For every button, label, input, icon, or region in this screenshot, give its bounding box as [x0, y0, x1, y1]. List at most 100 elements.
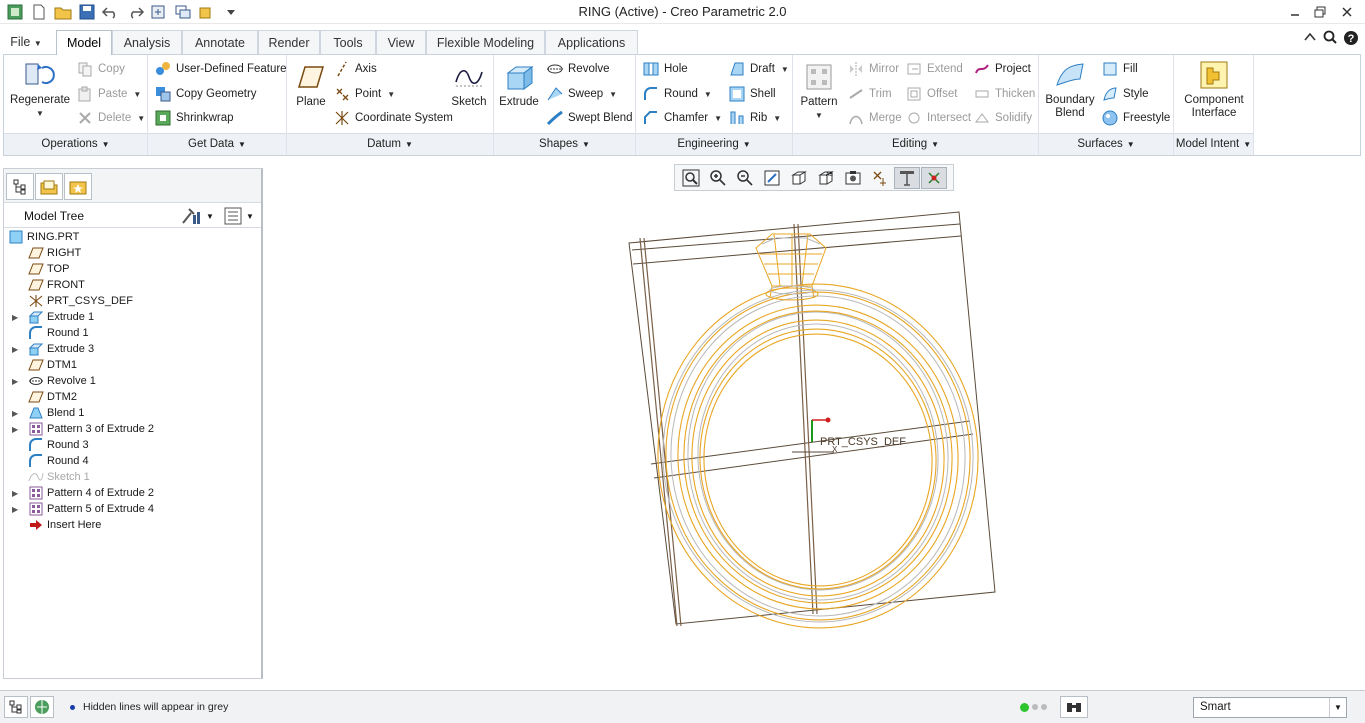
datum-display-filters-icon[interactable]	[867, 167, 893, 189]
fill-button[interactable]: Fill	[1101, 59, 1138, 79]
favorites-tab-icon[interactable]	[64, 173, 92, 200]
graphics-window[interactable]: PRT_CSYS_DEF X	[264, 194, 1365, 688]
tab-flexible-modeling[interactable]: Flexible Modeling	[426, 30, 545, 54]
style-button[interactable]: Style	[1101, 84, 1149, 104]
group-label-operations[interactable]: Operations ▼	[4, 133, 147, 155]
revolve-button[interactable]: Revolve	[546, 59, 610, 79]
sweep-button[interactable]: Sweep ▼	[546, 84, 617, 104]
help-icon[interactable]: ?	[1343, 30, 1359, 49]
expand-arrow-icon[interactable]: ▶	[12, 313, 20, 322]
shell-button[interactable]: Shell	[728, 84, 776, 104]
tab-file[interactable]: File ▼	[4, 30, 48, 54]
offset-button[interactable]: Offset	[905, 84, 957, 104]
tree-item[interactable]: ▶ Blend 1	[4, 405, 261, 421]
boundary-blend-button[interactable]: Boundary Blend	[1041, 59, 1099, 120]
regenerate-button[interactable]: Regenerate ▼	[8, 59, 72, 120]
tree-item[interactable]: RIGHT	[4, 245, 261, 261]
tree-item[interactable]: Insert Here	[4, 517, 261, 533]
tree-item[interactable]: ▶ Extrude 3	[4, 341, 261, 357]
solidify-button[interactable]: Solidify	[973, 108, 1032, 128]
plane-button[interactable]: Plane	[291, 61, 331, 109]
group-label-editing[interactable]: Editing ▼	[793, 133, 1038, 155]
close-button[interactable]	[1336, 3, 1358, 21]
freestyle-button[interactable]: Freestyle	[1101, 108, 1170, 128]
intersect-button[interactable]: Intersect	[905, 108, 971, 128]
tab-applications[interactable]: Applications	[545, 30, 638, 54]
restore-button[interactable]	[1309, 3, 1331, 21]
model-tree-tab-icon[interactable]	[6, 173, 34, 200]
copy-geometry-button[interactable]: Copy Geometry	[154, 84, 257, 104]
repaint-icon[interactable]	[759, 167, 785, 189]
spin-center-icon[interactable]	[921, 166, 947, 189]
tab-analysis[interactable]: Analysis	[112, 30, 182, 54]
browser-icon[interactable]	[30, 696, 54, 718]
draft-button[interactable]: Draft ▼	[728, 59, 789, 79]
extrude-button[interactable]: Extrude	[496, 61, 542, 109]
tree-item[interactable]: RING.PRT	[4, 229, 261, 245]
tab-annotate[interactable]: Annotate	[182, 30, 258, 54]
axis-button[interactable]: Axis	[333, 59, 377, 79]
group-label-shapes[interactable]: Shapes ▼	[494, 133, 635, 155]
trim-button[interactable]: Trim	[847, 84, 892, 104]
expand-arrow-icon[interactable]: ▶	[12, 505, 20, 514]
tree-item[interactable]: FRONT	[4, 277, 261, 293]
delete-button[interactable]: Delete ▼	[76, 108, 145, 128]
merge-button[interactable]: Merge	[847, 108, 902, 128]
shrinkwrap-button[interactable]: Shrinkwrap	[154, 108, 234, 128]
display-style-icon[interactable]	[840, 167, 866, 189]
tree-item[interactable]: DTM2	[4, 389, 261, 405]
group-label-model-intent[interactable]: Model Intent ▼	[1174, 133, 1253, 155]
tree-item[interactable]: PRT_CSYS_DEF	[4, 293, 261, 309]
coordinate-system-button[interactable]: Coordinate System	[333, 108, 453, 128]
view-orientation-icon[interactable]	[786, 167, 812, 189]
show-navigator-icon[interactable]	[4, 696, 28, 718]
group-label-datum[interactable]: Datum ▼	[287, 133, 493, 155]
mirror-button[interactable]: Mirror	[847, 59, 899, 79]
annotation-display-icon[interactable]	[894, 166, 920, 189]
zoom-out-icon[interactable]	[732, 167, 758, 189]
expand-arrow-icon[interactable]: ▶	[12, 377, 20, 386]
extend-button[interactable]: Extend	[905, 59, 963, 79]
tree-item[interactable]: ▶ Pattern 3 of Extrude 2	[4, 421, 261, 437]
tree-item[interactable]: Sketch 1	[4, 469, 261, 485]
tree-item[interactable]: DTM1	[4, 357, 261, 373]
minimize-button[interactable]	[1284, 3, 1306, 21]
tree-item[interactable]: Round 3	[4, 437, 261, 453]
tab-view[interactable]: View	[376, 30, 426, 54]
collapse-ribbon-icon[interactable]	[1303, 30, 1317, 49]
expand-arrow-icon[interactable]: ▶	[12, 345, 20, 354]
selection-filter[interactable]: Smart ▼	[1193, 697, 1347, 718]
folder-browser-tab-icon[interactable]	[35, 173, 63, 200]
swept-blend-button[interactable]: Swept Blend	[546, 108, 633, 128]
copy-button[interactable]: Copy	[76, 59, 125, 79]
expand-arrow-icon[interactable]: ▶	[12, 489, 20, 498]
expand-arrow-icon[interactable]: ▶	[12, 425, 20, 434]
tree-item[interactable]: TOP	[4, 261, 261, 277]
user-defined-feature-button[interactable]: User-Defined Feature	[154, 59, 287, 79]
project-button[interactable]: Project	[973, 59, 1031, 79]
tree-settings-button[interactable]: ▼	[180, 207, 214, 225]
paste-button[interactable]: Paste ▼	[76, 84, 141, 104]
point-button[interactable]: Point ▼	[333, 84, 395, 104]
tree-item[interactable]: ▶ Revolve 1	[4, 373, 261, 389]
pattern-button[interactable]: Pattern ▼	[797, 61, 841, 122]
group-label-get-data[interactable]: Get Data ▼	[148, 133, 286, 155]
search-icon[interactable]	[1323, 30, 1337, 49]
thicken-button[interactable]: Thicken	[973, 84, 1035, 104]
tree-item[interactable]: ▶ Extrude 1	[4, 309, 261, 325]
tab-tools[interactable]: Tools	[320, 30, 376, 54]
tree-item[interactable]: ▶ Pattern 5 of Extrude 4	[4, 501, 261, 517]
tab-model[interactable]: Model	[56, 30, 112, 55]
tree-item[interactable]: ▶ Pattern 4 of Extrude 2	[4, 485, 261, 501]
component-interface-button[interactable]: Component Interface	[1178, 59, 1250, 120]
tree-item[interactable]: Round 1	[4, 325, 261, 341]
expand-arrow-icon[interactable]: ▶	[12, 409, 20, 418]
tree-item[interactable]: Round 4	[4, 453, 261, 469]
refit-icon[interactable]	[678, 167, 704, 189]
zoom-in-icon[interactable]	[705, 167, 731, 189]
tab-render[interactable]: Render	[258, 30, 320, 54]
tree-columns-button[interactable]: ▼	[224, 207, 254, 225]
round-button[interactable]: Round ▼	[642, 84, 712, 104]
hole-button[interactable]: Hole	[642, 59, 688, 79]
chamfer-button[interactable]: Chamfer ▼	[642, 108, 722, 128]
